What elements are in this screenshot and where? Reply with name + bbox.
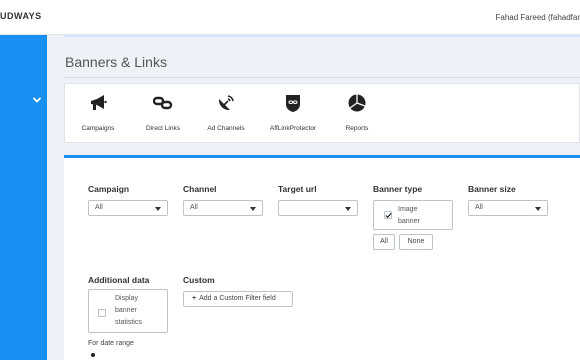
image-banner-label-line2: banner xyxy=(398,218,420,225)
sidebar xyxy=(0,35,47,360)
image-banner-label-line1: Image xyxy=(398,206,418,213)
select-none-button[interactable]: None xyxy=(399,234,433,250)
caret-down-icon xyxy=(250,207,256,211)
check-icon xyxy=(385,212,392,219)
plus-icon: + xyxy=(192,295,197,302)
additional-data-options: Display banner statistics xyxy=(88,289,168,333)
campaign-label: Campaign xyxy=(88,184,130,194)
divider xyxy=(64,77,580,78)
campaign-value: All xyxy=(95,204,103,211)
date-range-label: For date range xyxy=(88,340,134,347)
campaign-select[interactable]: All xyxy=(88,200,168,216)
nav-label: Ad Channels xyxy=(207,125,245,132)
radio-dot[interactable] xyxy=(91,353,95,357)
banner-size-select[interactable]: All xyxy=(468,200,548,216)
caret-down-icon xyxy=(535,207,541,211)
add-custom-filter-label: Add a Custom Filter field xyxy=(199,295,276,302)
add-custom-filter-button[interactable]: + Add a Custom Filter field xyxy=(183,291,293,307)
select-all-button[interactable]: All xyxy=(373,234,395,250)
target-url-label: Target url xyxy=(278,184,317,194)
additional-data-label: Additional data xyxy=(88,275,150,285)
nav-label: Reports xyxy=(345,125,369,132)
link-icon xyxy=(153,96,173,110)
channel-value: All xyxy=(190,204,198,211)
display-stats-line2: banner xyxy=(115,307,137,314)
chevron-down-icon[interactable] xyxy=(32,95,42,105)
page-title: Banners & Links xyxy=(65,54,167,70)
nav-label: Direct Links xyxy=(146,125,180,132)
banner-type-label: Banner type xyxy=(373,184,423,194)
banner-size-value: All xyxy=(475,204,483,211)
filters-panel: Campaign All Channel All Target url Bann… xyxy=(64,158,580,360)
megaphone-icon xyxy=(91,95,107,110)
nav-ad-channels[interactable]: Ad Channels xyxy=(196,84,256,144)
display-stats-line3: statistics xyxy=(115,319,142,326)
nav-campaigns[interactable]: Campaigns xyxy=(68,84,128,144)
nav-reports[interactable]: Reports xyxy=(327,84,387,144)
brand-logo-text[interactable]: UDWAYS xyxy=(0,11,42,21)
shield-icon xyxy=(286,95,300,112)
target-url-select[interactable] xyxy=(278,200,358,216)
nav-icon-panel: Campaigns Direct Links Ad Channels AffLi… xyxy=(64,83,580,143)
header-strip xyxy=(64,35,580,37)
nav-afflinkprotector[interactable]: AffLinkProtector xyxy=(263,84,323,144)
nav-label: AffLinkProtector xyxy=(269,125,317,132)
channel-label: Channel xyxy=(183,184,217,194)
user-menu[interactable]: Fahad Fareed (fahadfar xyxy=(496,13,580,22)
caret-down-icon xyxy=(155,207,161,211)
image-banner-checkbox[interactable] xyxy=(384,211,392,219)
display-banner-statistics-checkbox[interactable] xyxy=(98,309,106,317)
top-bar: UDWAYS Fahad Fareed (fahadfar xyxy=(0,0,580,35)
channel-select[interactable]: All xyxy=(183,200,263,216)
nav-label: Campaigns xyxy=(81,125,115,132)
banner-type-options: Image banner xyxy=(373,200,453,230)
pie-chart-icon xyxy=(348,94,366,112)
custom-label: Custom xyxy=(183,275,215,285)
banner-size-label: Banner size xyxy=(468,184,516,194)
caret-down-icon xyxy=(345,207,351,211)
satellite-dish-icon xyxy=(218,95,234,111)
nav-direct-links[interactable]: Direct Links xyxy=(133,84,193,144)
display-stats-line1: Display xyxy=(115,295,138,302)
